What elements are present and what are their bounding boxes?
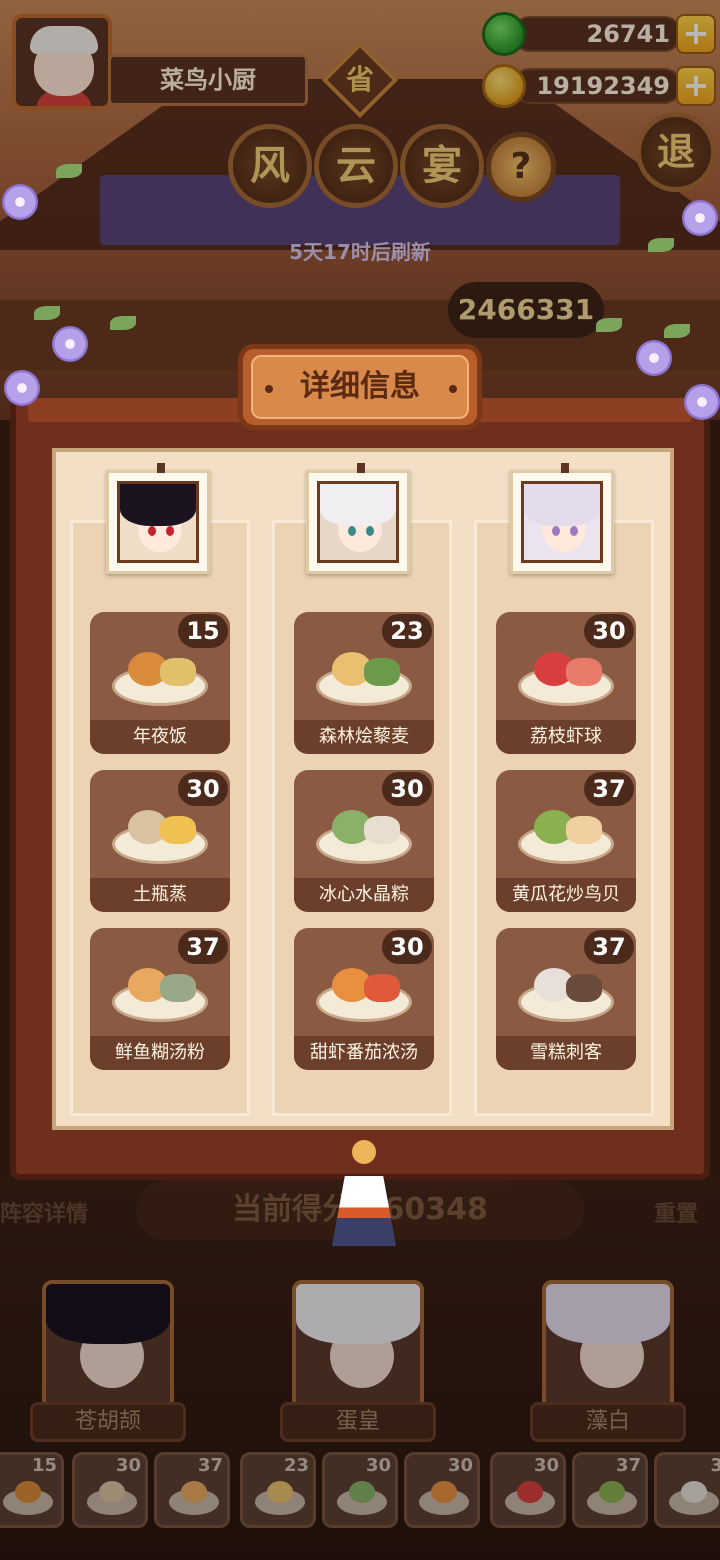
- flower-decoration: [684, 384, 720, 420]
- dish-card[interactable]: 37 黄瓜花炒鸟贝: [496, 770, 636, 912]
- dish-name: 土瓶蒸: [90, 878, 230, 912]
- dish-card[interactable]: 30 荔枝虾球: [496, 612, 636, 754]
- dish-name: 鲜鱼糊汤粉: [90, 1036, 230, 1070]
- flower-decoration: [4, 370, 40, 406]
- flower-decoration: [682, 200, 718, 236]
- detail-panel-title: 详细信息: [251, 355, 469, 419]
- dish-name: 黄瓜花炒鸟贝: [496, 878, 636, 912]
- leaf-decoration: [648, 238, 674, 252]
- leaf-decoration: [56, 164, 82, 178]
- dish-name: 森林烩藜麦: [294, 720, 434, 754]
- dish-card[interactable]: 37 鲜鱼糊汤粉: [90, 928, 230, 1070]
- dish-card[interactable]: 37 雪糕刺客: [496, 928, 636, 1070]
- tassel-decoration: [322, 1140, 406, 1250]
- dish-score: 37: [178, 930, 228, 964]
- chef-portrait[interactable]: [106, 463, 210, 574]
- detail-panel-header: 详细信息: [238, 344, 482, 430]
- chef-portrait[interactable]: [510, 463, 614, 574]
- dish-score: 23: [382, 614, 432, 648]
- dish-score: 37: [584, 930, 634, 964]
- dish-name: 雪糕刺客: [496, 1036, 636, 1070]
- dish-score: 30: [382, 930, 432, 964]
- leaf-decoration: [34, 306, 60, 320]
- dish-card[interactable]: 30 甜虾番茄浓汤: [294, 928, 434, 1070]
- dish-score: 30: [584, 614, 634, 648]
- flower-decoration: [52, 326, 88, 362]
- leaf-decoration: [596, 318, 622, 332]
- dish-name: 冰心水晶粽: [294, 878, 434, 912]
- dish-score: 30: [178, 772, 228, 806]
- flower-decoration: [2, 184, 38, 220]
- dish-name: 荔枝虾球: [496, 720, 636, 754]
- leaf-decoration: [664, 324, 690, 338]
- dish-score: 30: [382, 772, 432, 806]
- dish-card[interactable]: 30 土瓶蒸: [90, 770, 230, 912]
- dish-card[interactable]: 30 冰心水晶粽: [294, 770, 434, 912]
- chef-portrait[interactable]: [306, 463, 410, 574]
- leaf-decoration: [110, 316, 136, 330]
- dish-name: 年夜饭: [90, 720, 230, 754]
- flower-decoration: [636, 340, 672, 376]
- dish-score: 15: [178, 614, 228, 648]
- dish-name: 甜虾番茄浓汤: [294, 1036, 434, 1070]
- dish-card[interactable]: 15 年夜饭: [90, 612, 230, 754]
- dish-score: 37: [584, 772, 634, 806]
- dish-card[interactable]: 23 森林烩藜麦: [294, 612, 434, 754]
